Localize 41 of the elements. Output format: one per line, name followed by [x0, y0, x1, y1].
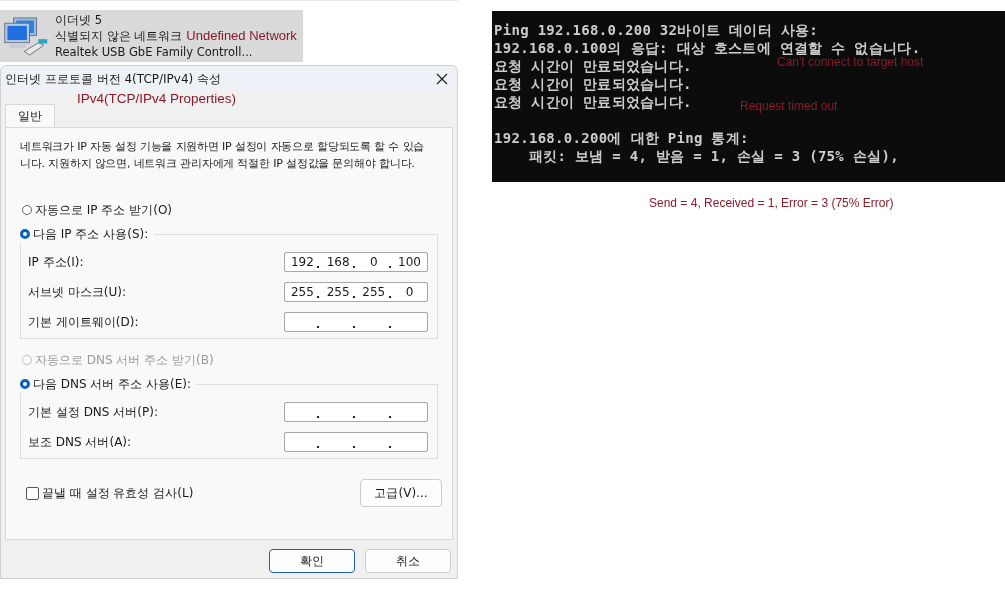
console-line: 패킷: 보냄 = 4, 받음 = 1, 손실 = 3 (75% 손실),: [527, 147, 899, 165]
annotation: Undefined Network: [186, 28, 297, 44]
console-line: 요청 시간이 만료되었습니다.: [494, 57, 692, 75]
field-label: 서브넷 마스크(U):: [28, 283, 126, 301]
octet-value: 255: [290, 284, 315, 300]
network-adapter-item[interactable]: 이더넷 5 식별되지 않은 네트워크 Undefined Network Realtek USB GbE Family Controll...: [0, 10, 303, 62]
radio-button[interactable]: 다음 IP 주소 사용(S):: [20, 225, 149, 243]
console-line: 192.168.0.100의 응답: 대상 호스트에 연결할 수 없습니다.: [494, 39, 921, 57]
annotation: Send = 4, Received = 1, Error = 3 (75% Error): [649, 196, 894, 210]
octet-value: 0: [404, 284, 415, 300]
field-label: 기본 설정 DNS 서버(P):: [28, 403, 158, 421]
octet-value: 168: [326, 254, 351, 270]
octet-value: 100: [397, 254, 422, 270]
octet-value: 0: [368, 254, 379, 270]
window-title: 인터넷 프로토콜 버전 4(TCP/IPv4) 속성: [5, 70, 222, 88]
adapter-device: Realtek USB GbE Family Controll...: [55, 44, 253, 60]
description-text: 네트워크가 IP 자동 설정 기능을 지원하면 IP 설정이 자동으로 할당되도록 할 수 있습니다. 지원하지 않으면, 네트워크 관리자에게 적절한 IP 설정값을 문의해야 합니다.: [20, 139, 426, 172]
console-line: 요청 시간이 만료되었습니다.: [494, 75, 692, 93]
octet-value: 192: [290, 254, 315, 270]
ok-button[interactable]: 확인: [269, 549, 355, 573]
field-label: IP 주소(I):: [28, 253, 84, 271]
tab[interactable]: 일반: [5, 104, 55, 127]
console-line: Ping 192.168.0.200 32바이트 데이터 사용:: [494, 21, 818, 39]
annotation: Request timed out: [740, 99, 838, 113]
console-line: 192.168.0.200에 대한 Ping 통계:: [494, 129, 749, 147]
ip-address-field[interactable]: 192 168 0 100: [284, 252, 428, 272]
advanced-button[interactable]: 고급(V)...: [360, 479, 442, 507]
field-label: 기본 게이트웨이(D):: [28, 313, 139, 331]
radio-button[interactable]: 다음 DNS 서버 주소 사용(E):: [20, 375, 192, 393]
adapter-name: 이더넷 5: [55, 12, 102, 28]
field-label: 보조 DNS 서버(A):: [28, 433, 132, 451]
radio-button[interactable]: 자동으로 IP 주소 받기(O): [22, 201, 173, 219]
cancel-button[interactable]: 취소: [365, 549, 451, 573]
octet-value: 255: [361, 284, 386, 300]
network-status: 식별되지 않은 네트워크: [55, 28, 183, 44]
checkbox[interactable]: 끝낼 때 설정 유효성 검사(L): [26, 484, 194, 502]
annotation: Can't connect to target host: [777, 55, 924, 69]
octet-value: 255: [326, 284, 351, 300]
annotation: IPv4(TCP/IPv4 Properties): [77, 92, 238, 106]
console-line: 요청 시간이 만료되었습니다.: [494, 93, 692, 111]
ip-address-field[interactable]: 255 255 255 0: [284, 282, 428, 302]
